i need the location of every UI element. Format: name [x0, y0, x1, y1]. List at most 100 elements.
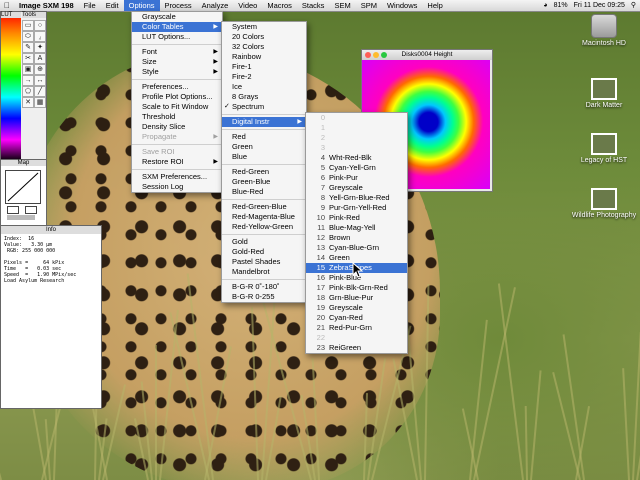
menu-item-threshold[interactable]: Threshold	[132, 112, 222, 122]
menu-edit[interactable]: Edit	[101, 0, 124, 11]
battery-status[interactable]: 81%	[554, 0, 568, 11]
menu-item-slot-22[interactable]: 22	[306, 333, 407, 343]
apple-icon[interactable]: 	[0, 1, 14, 10]
menu-stacks[interactable]: Stacks	[297, 0, 330, 11]
desktop-icon-wildlife-photography[interactable]: Wildlife Photography	[569, 188, 639, 219]
menu-process[interactable]: Process	[160, 0, 197, 11]
menu-video[interactable]: Video	[233, 0, 262, 11]
tool-button-6[interactable]: ✂	[22, 53, 34, 64]
menu-item-profile-plot-options[interactable]: Profile Plot Options...	[132, 92, 222, 102]
menu-item-font[interactable]: Font ▶	[132, 47, 222, 57]
menu-item-session-log[interactable]: Session Log	[132, 182, 222, 192]
menu-item-size[interactable]: Size ▶	[132, 57, 222, 67]
menu-item-pink-blk-grn-red[interactable]: 17 Pink-Blk-Grn-Red	[306, 283, 407, 293]
menu-file[interactable]: File	[79, 0, 101, 11]
menu-item-reigreen[interactable]: 23 ReiGreen	[306, 343, 407, 353]
menu-item-red-magenta-blue[interactable]: Red-Magenta-Blue	[222, 212, 306, 222]
menu-item-yell-grn-blue-red[interactable]: 8 Yell-Grn-Blue-Red	[306, 193, 407, 203]
map-slider[interactable]	[7, 215, 35, 220]
menu-item-restore-roi[interactable]: Restore ROI ▶	[132, 157, 222, 167]
menu-item-green[interactable]: Green	[222, 142, 306, 152]
menu-help[interactable]: Help	[422, 0, 447, 11]
menu-item-save-roi[interactable]: Save ROI	[132, 147, 222, 157]
menu-item-b-g-r-0-255[interactable]: B-G-R 0-255	[222, 292, 306, 302]
menu-item-fire-1[interactable]: Fire-1	[222, 62, 306, 72]
menu-item-grayscale[interactable]: Grayscale	[132, 12, 222, 22]
menu-item-spectrum[interactable]: ✓ Spectrum	[222, 102, 306, 112]
desktop-icon-dark-matter[interactable]: Dark Matter	[569, 78, 639, 109]
menu-spm[interactable]: SPM	[356, 0, 382, 11]
tool-button-14[interactable]: ✕	[22, 97, 34, 108]
menu-item-blue-mag-yell[interactable]: 11 Blue-Mag-Yell	[306, 223, 407, 233]
menu-item-brown[interactable]: 12 Brown	[306, 233, 407, 243]
clock[interactable]: Fri 11 Dec 09:25	[574, 0, 625, 11]
lut-colorbar[interactable]	[1, 12, 21, 161]
menu-item-cyan-yell-grn[interactable]: 5 Cyan-Yell-Grn	[306, 163, 407, 173]
menu-item-red-yellow-green[interactable]: Red-Yellow-Green	[222, 222, 306, 232]
menu-macros[interactable]: Macros	[262, 0, 297, 11]
menu-item-pink-red[interactable]: 10 Pink-Red	[306, 213, 407, 223]
menu-item-color-tables[interactable]: Color Tables ▶	[132, 22, 222, 32]
menu-item-8-grays[interactable]: 8 Grays	[222, 92, 306, 102]
tool-button-3[interactable]: ⁁	[34, 31, 46, 42]
tool-button-11[interactable]: ↔	[34, 75, 46, 86]
minimize-icon[interactable]	[373, 52, 379, 58]
menu-item-fire-2[interactable]: Fire-2	[222, 72, 306, 82]
menu-sem[interactable]: SEM	[329, 0, 355, 11]
menu-item-greyscale[interactable]: 7 Greyscale	[306, 183, 407, 193]
menu-analyze[interactable]: Analyze	[197, 0, 234, 11]
menu-item-green-blue[interactable]: Green-Blue	[222, 177, 306, 187]
menu-item-density-slice[interactable]: Density Slice	[132, 122, 222, 132]
tool-button-10[interactable]: →	[22, 75, 34, 86]
close-icon[interactable]	[365, 52, 371, 58]
menu-item-slot-0[interactable]: 0	[306, 113, 407, 123]
menu-item-red[interactable]: Red	[222, 132, 306, 142]
tool-button-15[interactable]: ▦	[34, 97, 46, 108]
menu-item-rainbow[interactable]: Rainbow	[222, 52, 306, 62]
tool-button-5[interactable]: ✦	[34, 42, 46, 53]
menu-item-red-green[interactable]: Red-Green	[222, 167, 306, 177]
menu-item-grn-blue-pur[interactable]: 18 Grn-Blue-Pur	[306, 293, 407, 303]
wifi-icon[interactable]: ◕	[543, 0, 547, 11]
desktop-icon-legacy-of-hst[interactable]: Legacy of HST	[569, 133, 639, 164]
menu-item-pur-grn-yell-red[interactable]: 9 Pur-Grn-Yell-Red	[306, 203, 407, 213]
tool-button-9[interactable]: ⊕	[34, 64, 46, 75]
map-control-left[interactable]	[7, 206, 19, 214]
image-window-titlebar[interactable]: Disks0004 Height	[362, 50, 492, 60]
menu-item-propagate[interactable]: Propagate ▶	[132, 132, 222, 142]
tool-button-0[interactable]: ▭	[22, 20, 34, 31]
menu-item-system[interactable]: System	[222, 22, 306, 32]
tool-button-13[interactable]: ╱	[34, 86, 46, 97]
menu-item-scale-to-fit-window[interactable]: Scale to Fit Window	[132, 102, 222, 112]
desktop-icon-macintosh-hd[interactable]: Macintosh HD	[569, 14, 639, 47]
menu-item-ice[interactable]: Ice	[222, 82, 306, 92]
menu-item-pink-pur[interactable]: 6 Pink-Pur	[306, 173, 407, 183]
tool-button-12[interactable]: ⬠	[22, 86, 34, 97]
map-control-right[interactable]	[25, 206, 37, 214]
menu-options[interactable]: Options	[123, 0, 160, 11]
menu-item-blue-red[interactable]: Blue-Red	[222, 187, 306, 197]
menu-item-style[interactable]: Style ▶	[132, 67, 222, 77]
map-plot[interactable]	[5, 170, 41, 204]
menu-item-lut-options[interactable]: LUT Options...	[132, 32, 222, 42]
tool-button-8[interactable]: ▣	[22, 64, 34, 75]
menu-item-b-g-r-0-180[interactable]: B-G-R 0˚-180˚	[222, 282, 306, 292]
menu-item-digital-instr[interactable]: Digital Instr ▶	[222, 117, 306, 127]
menu-item-cyan-red[interactable]: 20 Cyan-Red	[306, 313, 407, 323]
spotlight-icon[interactable]: ⚲	[631, 0, 636, 11]
tool-button-4[interactable]: ✎	[22, 42, 34, 53]
menu-item-32-colors[interactable]: 32 Colors	[222, 42, 306, 52]
menu-item-preferences[interactable]: Preferences...	[132, 82, 222, 92]
menu-item-gold[interactable]: Gold	[222, 237, 306, 247]
tool-button-1[interactable]: ○	[34, 20, 46, 31]
menu-item-pastel-shades[interactable]: Pastel Shades	[222, 257, 306, 267]
menu-item-wht-red-blk[interactable]: 4 Wht-Red-Blk	[306, 153, 407, 163]
menu-image-sxm-198[interactable]: Image SXM 198	[14, 0, 79, 11]
menu-item-mandelbrot[interactable]: Mandelbrot	[222, 267, 306, 277]
menu-item-blue[interactable]: Blue	[222, 152, 306, 162]
menu-item-sxm-preferences[interactable]: SXM Preferences...	[132, 172, 222, 182]
tool-button-2[interactable]: ⬭	[22, 31, 34, 42]
menu-item-20-colors[interactable]: 20 Colors	[222, 32, 306, 42]
menu-item-red-green-blue[interactable]: Red-Green-Blue	[222, 202, 306, 212]
menu-item-greyscale[interactable]: 19 Greyscale	[306, 303, 407, 313]
